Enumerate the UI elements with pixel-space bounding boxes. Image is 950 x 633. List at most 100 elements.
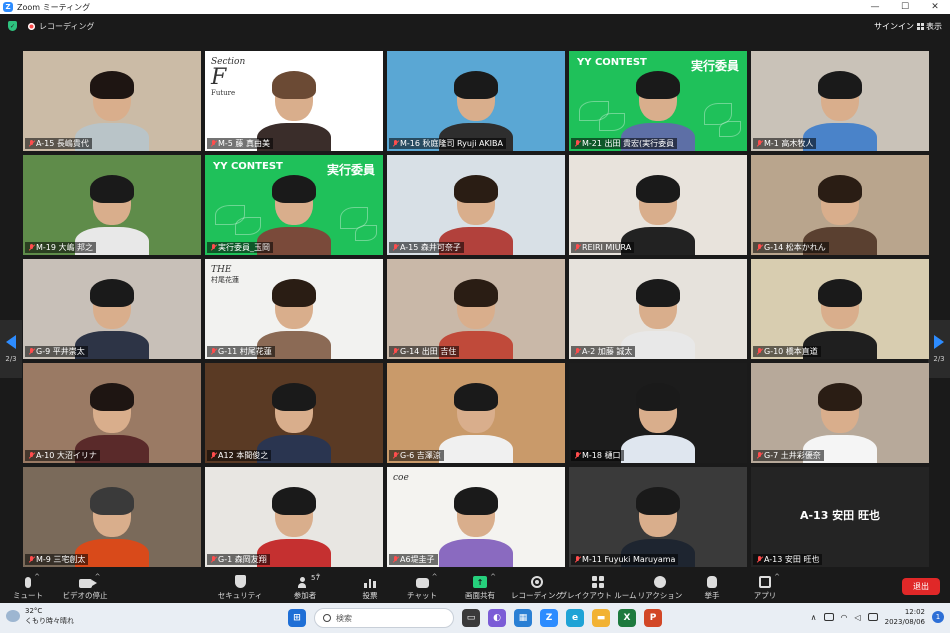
wifi-icon[interactable]: ◠ [841, 613, 848, 622]
toolbar-reaction-button[interactable]: リアクション [630, 571, 690, 601]
caret-up-icon[interactable]: ^ [774, 573, 780, 581]
muted-microphone-icon [756, 243, 762, 252]
poll-icon [364, 571, 376, 588]
participant-tile[interactable]: G-7 土井彩優奈 [751, 363, 929, 463]
participant-hair [272, 383, 316, 411]
participant-tile[interactable]: M-9 三宅創太 [23, 467, 201, 567]
participant-tile[interactable]: G-9 平井崇太 [23, 259, 201, 359]
view-button-label: 表示 [926, 21, 942, 31]
windows-start-icon[interactable]: ⊞ [288, 609, 306, 627]
chat-icon: ^ [415, 571, 438, 588]
participant-name: M-16 秋庭隆司 Ryuji AKIBA [400, 139, 504, 148]
file-explorer-icon[interactable]: ▬ [592, 609, 610, 627]
maximize-button[interactable]: ☐ [890, 0, 920, 14]
participant-hair [818, 383, 862, 411]
participant-tile[interactable]: YY CONTEST 実行委員 実行委員_玉岡 [205, 155, 383, 255]
participant-tile[interactable]: M-19 大嶋 邦之 [23, 155, 201, 255]
task-view-icon[interactable]: ▭ [462, 609, 480, 627]
participant-name-label: G-6 吉澤涼 [389, 450, 444, 461]
close-window-button[interactable]: ✕ [920, 0, 950, 14]
participant-tile[interactable]: G-6 吉澤涼 [387, 363, 565, 463]
notification-badge[interactable]: 1 [932, 611, 944, 623]
participant-hair [90, 487, 134, 515]
toolbar-record-button[interactable]: レコーディング [507, 571, 567, 601]
taskbar-search-box[interactable]: 検索 [314, 608, 454, 628]
previous-page-button[interactable]: 2/3 [0, 320, 22, 378]
store-icon[interactable]: ▦ [514, 609, 532, 627]
toolbar-raise-hand-button[interactable]: 挙手 [682, 571, 742, 601]
next-page-button[interactable]: 2/3 [928, 320, 950, 378]
participant-tile[interactable]: REIRI MIURA [569, 155, 747, 255]
participant-name-label: M-18 樋口 [571, 450, 624, 461]
participant-video [439, 487, 513, 567]
record-icon-glyph [531, 576, 543, 588]
participant-tile[interactable]: M-1 高木牧人 [751, 51, 929, 151]
toolbar-participants-button[interactable]: 57 ^ 参加者 [275, 571, 335, 601]
toolbar-shield-button[interactable]: セキュリティ [210, 571, 270, 601]
encryption-shield-icon[interactable]: ✓ [8, 21, 17, 31]
caret-up-icon[interactable]: ^ [490, 573, 496, 581]
toolbar-video-camera-button[interactable]: ^ ビデオの停止 [55, 571, 115, 601]
participant-tile[interactable]: M-11 Fuyuki Maruyama [569, 467, 747, 567]
leave-meeting-button[interactable]: 退出 [902, 578, 940, 595]
sign-in-link[interactable]: サインイン [874, 21, 914, 32]
participant-tile[interactable]: A-15 長嶋貴代 [23, 51, 201, 151]
minimize-button[interactable]: — [860, 0, 890, 14]
participant-name-label: A-15 長嶋貴代 [25, 138, 92, 149]
caret-up-icon[interactable]: ^ [34, 573, 40, 581]
muted-microphone-icon [392, 243, 398, 252]
participant-tile[interactable]: YY CONTEST 実行委員 M-21 出田 貴宏(実行委員 [569, 51, 747, 151]
caret-up-icon[interactable]: ^ [315, 573, 321, 581]
participant-name: M-9 三宅創太 [36, 555, 86, 564]
caret-up-icon[interactable]: ^ [95, 573, 101, 581]
toolbar-apps-button[interactable]: ^ アプリ [735, 571, 795, 601]
participant-name-label: G-9 平井崇太 [25, 346, 88, 357]
toolbar-breakout-rooms-button[interactable]: ブレイクアウト ルーム [560, 571, 637, 601]
participant-tile[interactable]: G-14 松本かれん [751, 155, 929, 255]
toolbar-chat-button[interactable]: ^ チャット [392, 571, 452, 601]
toolbar-label: 参加者 [293, 591, 317, 600]
participant-tile[interactable]: G-1 森岡友翔 [205, 467, 383, 567]
participant-tile[interactable]: A-2 加藤 誠太 [569, 259, 747, 359]
toolbar-label: リアクション [637, 591, 683, 600]
weather-widget[interactable]: 32°C くもり時々晴れ [6, 606, 74, 626]
powerpoint-icon[interactable]: P [644, 609, 662, 627]
participant-tile[interactable]: M-18 樋口 [569, 363, 747, 463]
clock-date: 2023/08/06 [884, 618, 925, 626]
reaction-icon [654, 571, 666, 588]
edge-browser-icon[interactable]: e [566, 609, 584, 627]
toolbar-label: 挙手 [704, 591, 720, 600]
tray-app-icon[interactable] [823, 613, 834, 621]
taskbar-clock[interactable]: 12:02 2023/08/06 [885, 607, 925, 627]
participant-tile[interactable]: G-10 橋本直道 [751, 259, 929, 359]
participant-hair [636, 71, 680, 99]
battery-icon[interactable] [867, 613, 878, 621]
participant-tile[interactable]: coe A6堤圭子 [387, 467, 565, 567]
caret-up-icon[interactable]: ^ [432, 573, 438, 581]
participant-tile[interactable]: Section F Future M-5 藤 真由美 [205, 51, 383, 151]
participant-tile[interactable]: G-14 出田 吉住 [387, 259, 565, 359]
participant-tile[interactable]: THE 村尾花蓮 G-11 村尾花蓮 [205, 259, 383, 359]
toolbar-share-screen-button[interactable]: ↑ ^ 画面共有 [450, 571, 510, 601]
view-button[interactable]: 表示 [917, 21, 942, 32]
participant-name-label: M-11 Fuyuki Maruyama [571, 554, 679, 565]
logo-text: THE [211, 265, 232, 275]
participant-hair [272, 279, 316, 307]
participant-tile[interactable]: A12 本間俊之 [205, 363, 383, 463]
zoom-taskbar-icon[interactable]: Z [540, 609, 558, 627]
tray-chevron-icon[interactable]: ∧ [811, 613, 817, 622]
arrow-right-icon [934, 335, 944, 349]
participant-tile[interactable]: A-10 大沼イリナ [23, 363, 201, 463]
muted-microphone-icon [392, 555, 398, 564]
toolbar-poll-button[interactable]: 投票 [340, 571, 400, 601]
toolbar-label: チャット [407, 591, 437, 600]
chat-app-icon[interactable]: ◐ [488, 609, 506, 627]
participant-tile[interactable]: A-15 森井可奈子 [387, 155, 565, 255]
toolbar-microphone-button[interactable]: ^ ミュート [0, 571, 58, 601]
arrow-left-icon [6, 335, 16, 349]
participant-display-name: A-13 安田 旺也 [799, 509, 881, 522]
excel-icon[interactable]: X [618, 609, 636, 627]
speaker-icon[interactable]: ◁ [854, 613, 860, 622]
participant-tile[interactable]: A-13 安田 旺也 A-13 安田 旺也 [751, 467, 929, 567]
participant-tile[interactable]: M-16 秋庭隆司 Ryuji AKIBA [387, 51, 565, 151]
